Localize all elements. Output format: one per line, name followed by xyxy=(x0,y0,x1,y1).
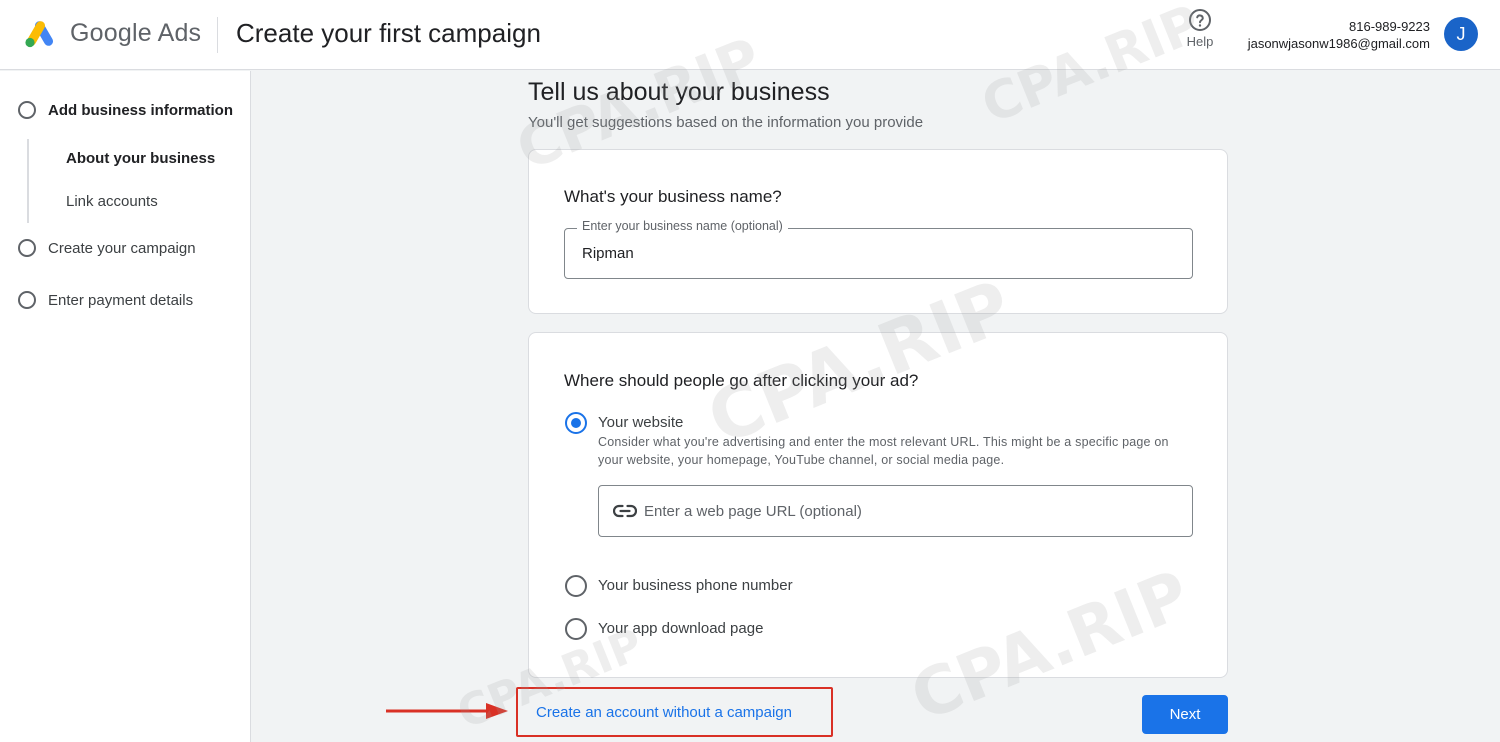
next-button[interactable]: Next xyxy=(1142,695,1228,734)
section-subtitle: You'll get suggestions based on the info… xyxy=(528,114,924,131)
step-create-your-campaign[interactable]: Create your campaign xyxy=(18,239,196,257)
arrow-annotation-icon xyxy=(386,703,508,719)
substep-about-your-business[interactable]: About your business xyxy=(66,150,215,167)
avatar[interactable]: J xyxy=(1444,17,1478,51)
step-circle-icon xyxy=(18,101,36,119)
create-account-without-campaign-link[interactable]: Create an account without a campaign xyxy=(536,704,792,721)
radio-app-download[interactable] xyxy=(565,618,587,640)
link-icon xyxy=(613,504,637,518)
step-add-business-information[interactable]: Add business information xyxy=(18,101,233,119)
website-description: Consider what you're advertising and ent… xyxy=(598,435,1169,467)
destination-question: Where should people go after clicking yo… xyxy=(564,371,919,390)
help-button[interactable]: Help xyxy=(1180,8,1220,49)
step-circle-icon xyxy=(18,291,36,309)
help-icon xyxy=(1189,9,1211,31)
url-input[interactable] xyxy=(644,486,1174,536)
step-label: Add business information xyxy=(48,101,234,119)
brand-name: Google Ads xyxy=(70,19,202,47)
business-name-question: What's your business name? xyxy=(564,187,782,206)
radio-your-website[interactable] xyxy=(565,412,587,434)
radio-label-app-download[interactable]: Your app download page xyxy=(598,620,763,637)
account-email: jasonwjasonw1986@gmail.com xyxy=(1247,36,1430,51)
top-bar: Google Ads Create your first campaign He… xyxy=(0,0,1500,70)
substep-connector-line xyxy=(27,139,29,223)
header-divider xyxy=(217,17,218,53)
page-title: Create your first campaign xyxy=(236,18,541,48)
section-title: Tell us about your business xyxy=(528,78,830,106)
account-phone: 816-989-9223 xyxy=(1349,19,1430,34)
radio-label-business-phone[interactable]: Your business phone number xyxy=(598,577,793,594)
business-name-card: What's your business name? Enter your bu… xyxy=(528,149,1228,314)
account-info[interactable]: 816-989-9223 jasonwjasonw1986@gmail.com xyxy=(1248,18,1430,52)
radio-label-your-website[interactable]: Your website xyxy=(598,414,683,431)
step-label: Enter payment details xyxy=(48,291,194,309)
step-label: Create your campaign xyxy=(48,239,196,257)
step-enter-payment-details[interactable]: Enter payment details xyxy=(18,291,193,309)
step-circle-icon xyxy=(18,239,36,257)
destination-card: Where should people go after clicking yo… xyxy=(528,332,1228,678)
url-field[interactable] xyxy=(598,485,1193,537)
google-ads-logo-icon[interactable] xyxy=(24,20,56,48)
business-name-field-label: Enter your business name (optional) xyxy=(577,219,788,233)
business-name-value[interactable]: Ripman xyxy=(582,245,634,262)
help-label: Help xyxy=(1186,34,1214,49)
progress-sidebar: Add business information About your busi… xyxy=(0,71,251,742)
radio-business-phone[interactable] xyxy=(565,575,587,597)
business-name-field[interactable]: Enter your business name (optional) Ripm… xyxy=(564,219,1193,279)
substep-link-accounts[interactable]: Link accounts xyxy=(66,193,158,210)
